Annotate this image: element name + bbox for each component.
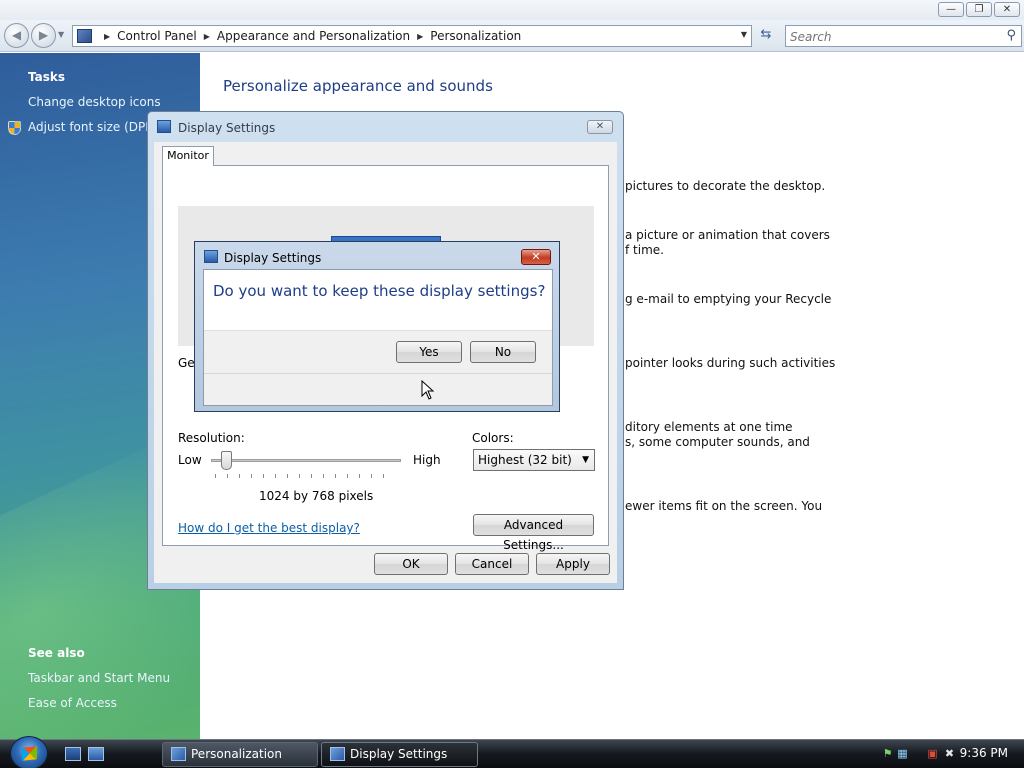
personalization-icon [171,747,186,761]
caption-buttons: — ❐ ✕ [938,2,1020,17]
page-title: Personalize appearance and sounds [223,77,493,95]
taskbar-button-label: Display Settings [350,747,448,761]
item-description: ewer items fit on the screen. You [625,499,823,513]
breadcrumb-separator-icon[interactable]: ▶ [417,32,423,41]
tasks-heading: Tasks [28,70,66,84]
breadcrumb-control-panel[interactable]: Control Panel [117,29,197,43]
keep-settings-question: Do you want to keep these display settin… [213,282,546,300]
apply-button[interactable]: Apply [536,553,610,575]
notification-area: ⚑ ▦ ▣ ✖ 9:36 PM [864,740,1024,768]
switch-windows-icon[interactable] [88,747,104,761]
close-window-button[interactable]: ✕ [994,2,1020,17]
task-change-desktop-icons[interactable]: Change desktop icons [28,95,161,109]
advanced-settings-button[interactable]: Advanced Settings... [473,514,594,552]
item-description: pictures to decorate the desktop. [625,179,826,193]
system-clock[interactable]: 9:36 PM [960,746,1008,760]
best-display-help-link[interactable]: How do I get the best display? [178,521,360,535]
breadcrumb-personalization[interactable]: Personalization [430,29,521,43]
show-desktop-icon[interactable] [65,747,81,761]
security-center-icon[interactable]: ⚑ [881,747,894,760]
refresh-icon[interactable]: ⇆ [756,27,776,45]
colors-selected-value: Highest (32 bit) [478,453,572,467]
resolution-slider-ticks [215,474,395,478]
forward-arrow-icon: ▶ [38,28,49,42]
see-also-ease-of-access[interactable]: Ease of Access [28,696,117,710]
breadcrumb-separator-icon[interactable]: ▶ [104,32,110,41]
display-settings-icon [157,120,171,133]
yes-button[interactable]: Yes [396,341,462,363]
recent-pages-dropdown[interactable]: ▼ [58,30,64,39]
item-description: g e-mail to emptying your Recycle [625,292,832,306]
taskbar: Personalization Display Settings ⚑ ▦ ▣ ✖… [0,736,1024,768]
keep-settings-dialog-body: Do you want to keep these display settin… [203,269,553,406]
taskbar-button-display-settings[interactable]: Display Settings [321,742,478,767]
back-button[interactable]: ◀ [4,23,29,48]
task-adjust-font-size[interactable]: Adjust font size (DPI) [28,120,153,134]
resolution-high-label: High [413,453,441,467]
window-caption-bar: — ❐ ✕ [0,0,1024,20]
item-description: ditory elements at one time [625,420,793,434]
keep-settings-close-button[interactable]: ✕ [521,249,551,265]
taskbar-button-label: Personalization [191,747,282,761]
resolution-value: 1024 by 768 pixels [259,489,374,503]
keep-settings-dialog-title: Display Settings [224,251,322,265]
network-disconnected-icon[interactable]: ▣ [926,747,939,760]
ok-button[interactable]: OK [374,553,448,575]
item-description: s, some computer sounds, and [625,435,810,449]
minimize-button[interactable]: — [938,2,964,17]
breadcrumb-separator-icon[interactable]: ▶ [204,32,210,41]
taskbar-button-personalization[interactable]: Personalization [162,742,318,767]
resolution-slider-track[interactable] [211,459,401,462]
colors-label: Colors: [472,431,514,445]
item-description: f time. [625,243,664,257]
resolution-label: Resolution: [178,431,245,445]
back-arrow-icon: ◀ [11,28,22,42]
uac-shield-icon [8,121,21,135]
item-description: a picture or animation that covers [625,228,830,242]
address-field[interactable]: ▶ Control Panel ▶ Appearance and Persona… [72,25,752,47]
resolution-slider-thumb[interactable] [221,451,232,470]
restore-button[interactable]: ❐ [966,2,992,17]
windows-logo-icon [22,746,37,761]
display-settings-icon [330,747,345,761]
cancel-button[interactable]: Cancel [455,553,529,575]
volume-muted-icon[interactable]: ✖ [943,747,956,760]
control-panel-icon [77,29,92,43]
forward-button[interactable]: ▶ [31,23,56,48]
keep-settings-dialog: Display Settings ✕ Do you want to keep t… [194,241,560,412]
display-settings-title: Display Settings [178,121,276,135]
search-box[interactable]: ⚲ [785,25,1022,47]
item-description: pointer looks during such activities [625,356,836,370]
search-input[interactable] [790,29,990,44]
start-button[interactable] [10,736,48,768]
see-also-taskbar[interactable]: Taskbar and Start Menu [28,671,170,685]
tab-monitor[interactable]: Monitor [162,146,214,166]
resolution-low-label: Low [178,453,202,467]
breadcrumb: ▶ Control Panel ▶ Appearance and Persona… [97,29,521,43]
address-dropdown-icon[interactable]: ▼ [741,30,747,39]
display-settings-icon [204,250,218,263]
no-button[interactable]: No [470,341,536,363]
colors-select[interactable]: Highest (32 bit) ▼ [473,449,595,471]
network-icon[interactable]: ▦ [896,747,909,760]
display-settings-close-button[interactable]: ✕ [587,120,613,134]
see-also-heading: See also [28,646,85,660]
search-icon[interactable]: ⚲ [1006,28,1016,43]
question-area: Do you want to keep these display settin… [204,270,552,331]
chevron-down-icon: ▼ [582,455,589,465]
breadcrumb-appearance[interactable]: Appearance and Personalization [217,29,410,43]
address-toolbar: ◀ ▶ ▼ ▶ Control Panel ▶ Appearance and P… [0,20,1024,52]
dialog-footer-divider [204,373,552,374]
